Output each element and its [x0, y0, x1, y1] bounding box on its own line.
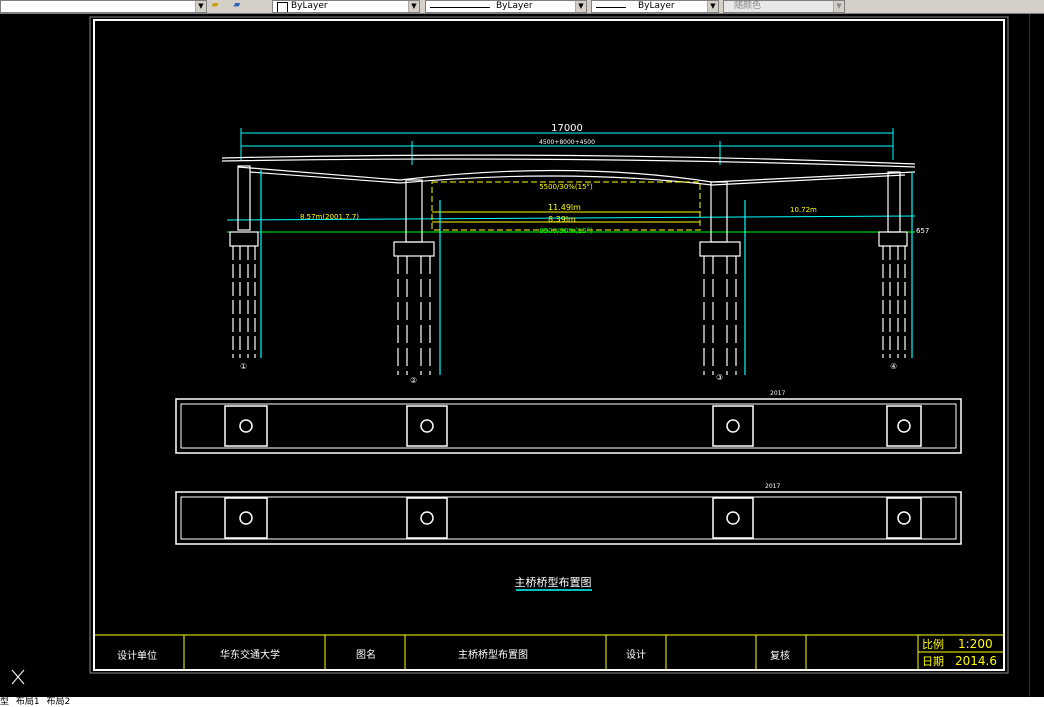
pier-4 — [878, 171, 913, 358]
plan-2-label: 2017 — [765, 483, 780, 490]
linetype-label: ByLayer — [496, 1, 533, 11]
water-level-2-text: 8.39lm — [548, 215, 576, 224]
properties-toolbar: ▼ ▰ ▰ ByLayer ▼ ByLayer ▼ ByLayer ▼ 随颜色 … — [0, 0, 1044, 14]
bridge-deck — [221, 154, 916, 186]
color-label: ByLayer — [291, 1, 328, 11]
pier-1 — [229, 165, 262, 358]
plotstyle-label: 随颜色 — [734, 1, 762, 11]
left-level-text: 8.57m(2001.7.7) — [300, 213, 359, 221]
chevron-down-icon[interactable]: ▼ — [833, 1, 844, 12]
design-label: 设计 — [626, 648, 646, 661]
pier-2 — [393, 179, 441, 375]
pier-label-2: ② — [410, 376, 417, 385]
check-label: 复核 — [770, 649, 790, 662]
layer-previous-icon[interactable]: ▰ — [230, 0, 244, 11]
plotstyle-dropdown[interactable]: 随颜色 ▼ — [723, 0, 845, 13]
plan-view-2 — [175, 491, 962, 545]
pier-3 — [699, 181, 746, 375]
design-unit-label: 设计单位 — [117, 649, 157, 662]
scale-label: 比例 — [922, 637, 944, 651]
design-unit-value: 华东交通大学 — [220, 648, 280, 661]
chevron-down-icon[interactable]: ▼ — [195, 1, 206, 12]
drawing-canvas[interactable]: 17000 4500+8000+4500 5500/30%(15°) 6500/… — [0, 14, 1030, 697]
sheet-border — [93, 19, 1005, 671]
clearance-top-dim: 5500/30%(15°) — [539, 183, 593, 191]
water-level-1-text: 11.49lm — [548, 203, 581, 212]
lineweight-label: ByLayer — [638, 1, 675, 11]
chevron-down-icon[interactable]: ▼ — [707, 1, 718, 12]
layout-tabs: 型 布局1 布局2 — [0, 697, 1044, 707]
date-value: 2014.6 — [955, 654, 997, 668]
color-dropdown[interactable]: ByLayer ▼ — [272, 0, 420, 13]
drawing-title: 主桥桥型布置图 — [515, 575, 592, 589]
layer-manager-icon[interactable]: ▰ — [208, 0, 222, 11]
right-level-text: 10.72m — [790, 206, 817, 214]
drawing-name-label: 图名 — [356, 648, 376, 661]
pier-label-3: ③ — [716, 373, 723, 382]
chevron-down-icon[interactable]: ▼ — [575, 1, 586, 12]
drawing-name-value: 主桥桥型布置图 — [458, 648, 528, 661]
plan-view-1 — [175, 398, 962, 454]
pier-label-4: ④ — [890, 362, 897, 371]
vertical-scrollbar[interactable] — [1029, 14, 1044, 697]
pier-label-1: ① — [240, 362, 247, 371]
plan-1-label: 2017 — [770, 390, 785, 397]
layer-dropdown[interactable]: ▼ — [0, 0, 207, 13]
scale-value: 1:200 — [958, 637, 993, 651]
lineweight-dropdown[interactable]: ByLayer ▼ — [591, 0, 719, 13]
date-label: 日期 — [922, 655, 944, 668]
clearance-bottom-dim: 6500/30%(15°) — [539, 227, 593, 235]
right-elev-text: 657 — [916, 227, 929, 235]
span-dim-text: 4500+8000+4500 — [539, 139, 595, 146]
chevron-down-icon[interactable]: ▼ — [408, 1, 419, 12]
color-swatch-icon — [277, 2, 288, 12]
tab-layout1[interactable]: 布局1 — [16, 697, 40, 707]
paper-outline — [89, 16, 1009, 674]
tab-model[interactable]: 型 — [0, 697, 9, 707]
linetype-dropdown[interactable]: ByLayer ▼ — [425, 0, 587, 13]
ucs-icon — [11, 669, 25, 685]
overall-dim-text: 17000 — [551, 123, 583, 134]
tab-layout2[interactable]: 布局2 — [47, 697, 71, 707]
